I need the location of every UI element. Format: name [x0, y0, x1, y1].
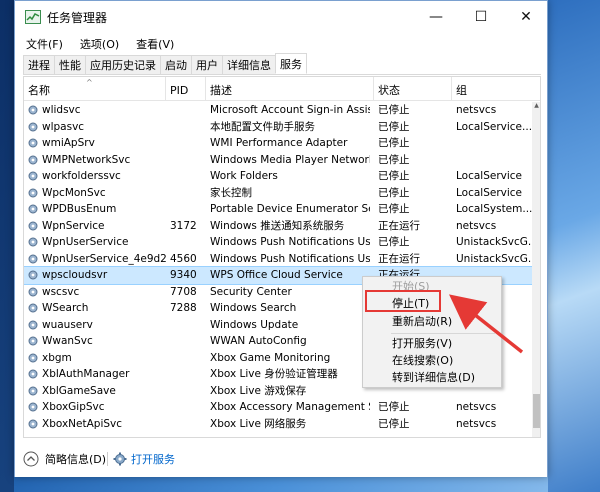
annotation-overlay [449, 294, 524, 354]
annotation-arrow [449, 294, 524, 354]
